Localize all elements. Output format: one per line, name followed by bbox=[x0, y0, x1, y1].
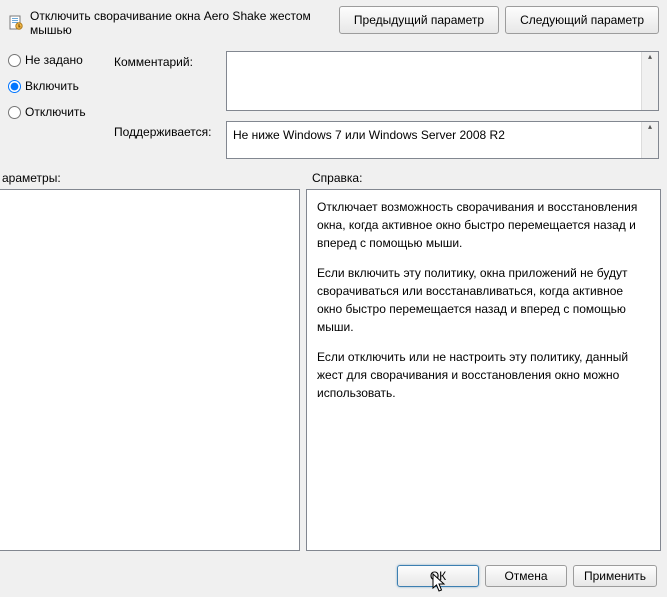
radio-not-configured-input[interactable] bbox=[8, 54, 21, 67]
radio-enabled-input[interactable] bbox=[8, 80, 21, 93]
supported-text: Не ниже Windows 7 или Windows Server 200… bbox=[227, 122, 641, 158]
next-setting-button[interactable]: Следующий параметр bbox=[505, 6, 659, 34]
radio-not-configured-label: Не задано bbox=[25, 53, 83, 67]
radio-not-configured[interactable]: Не задано bbox=[8, 53, 100, 67]
help-paragraph: Если отключить или не настроить эту поли… bbox=[317, 348, 650, 402]
previous-setting-button[interactable]: Предыдущий параметр bbox=[339, 6, 499, 34]
radio-disabled[interactable]: Отключить bbox=[8, 105, 100, 119]
options-panel bbox=[0, 189, 300, 551]
comment-label: Комментарий: bbox=[114, 51, 218, 111]
policy-title: Отключить сворачивание окна Aero Shake ж… bbox=[30, 9, 331, 37]
help-heading: Справка: bbox=[312, 171, 362, 185]
radio-disabled-label: Отключить bbox=[25, 105, 86, 119]
radio-enabled-label: Включить bbox=[25, 79, 79, 93]
help-paragraph: Если включить эту политику, окна приложе… bbox=[317, 264, 650, 336]
scrollbar[interactable]: ▴ bbox=[641, 122, 658, 158]
ok-button[interactable]: ОК bbox=[397, 565, 479, 587]
radio-disabled-input[interactable] bbox=[8, 106, 21, 119]
policy-icon bbox=[8, 15, 24, 31]
options-heading: араметры: bbox=[2, 171, 312, 185]
supported-label: Поддерживается: bbox=[114, 121, 218, 159]
cancel-button[interactable]: Отмена bbox=[485, 565, 567, 587]
help-paragraph: Отключает возможность сворачивания и вос… bbox=[317, 198, 650, 252]
help-panel: Отключает возможность сворачивания и вос… bbox=[306, 189, 661, 551]
comment-textarea[interactable] bbox=[227, 52, 641, 110]
radio-enabled[interactable]: Включить bbox=[8, 79, 100, 93]
scrollbar[interactable]: ▴ bbox=[641, 52, 658, 110]
apply-button[interactable]: Применить bbox=[573, 565, 657, 587]
